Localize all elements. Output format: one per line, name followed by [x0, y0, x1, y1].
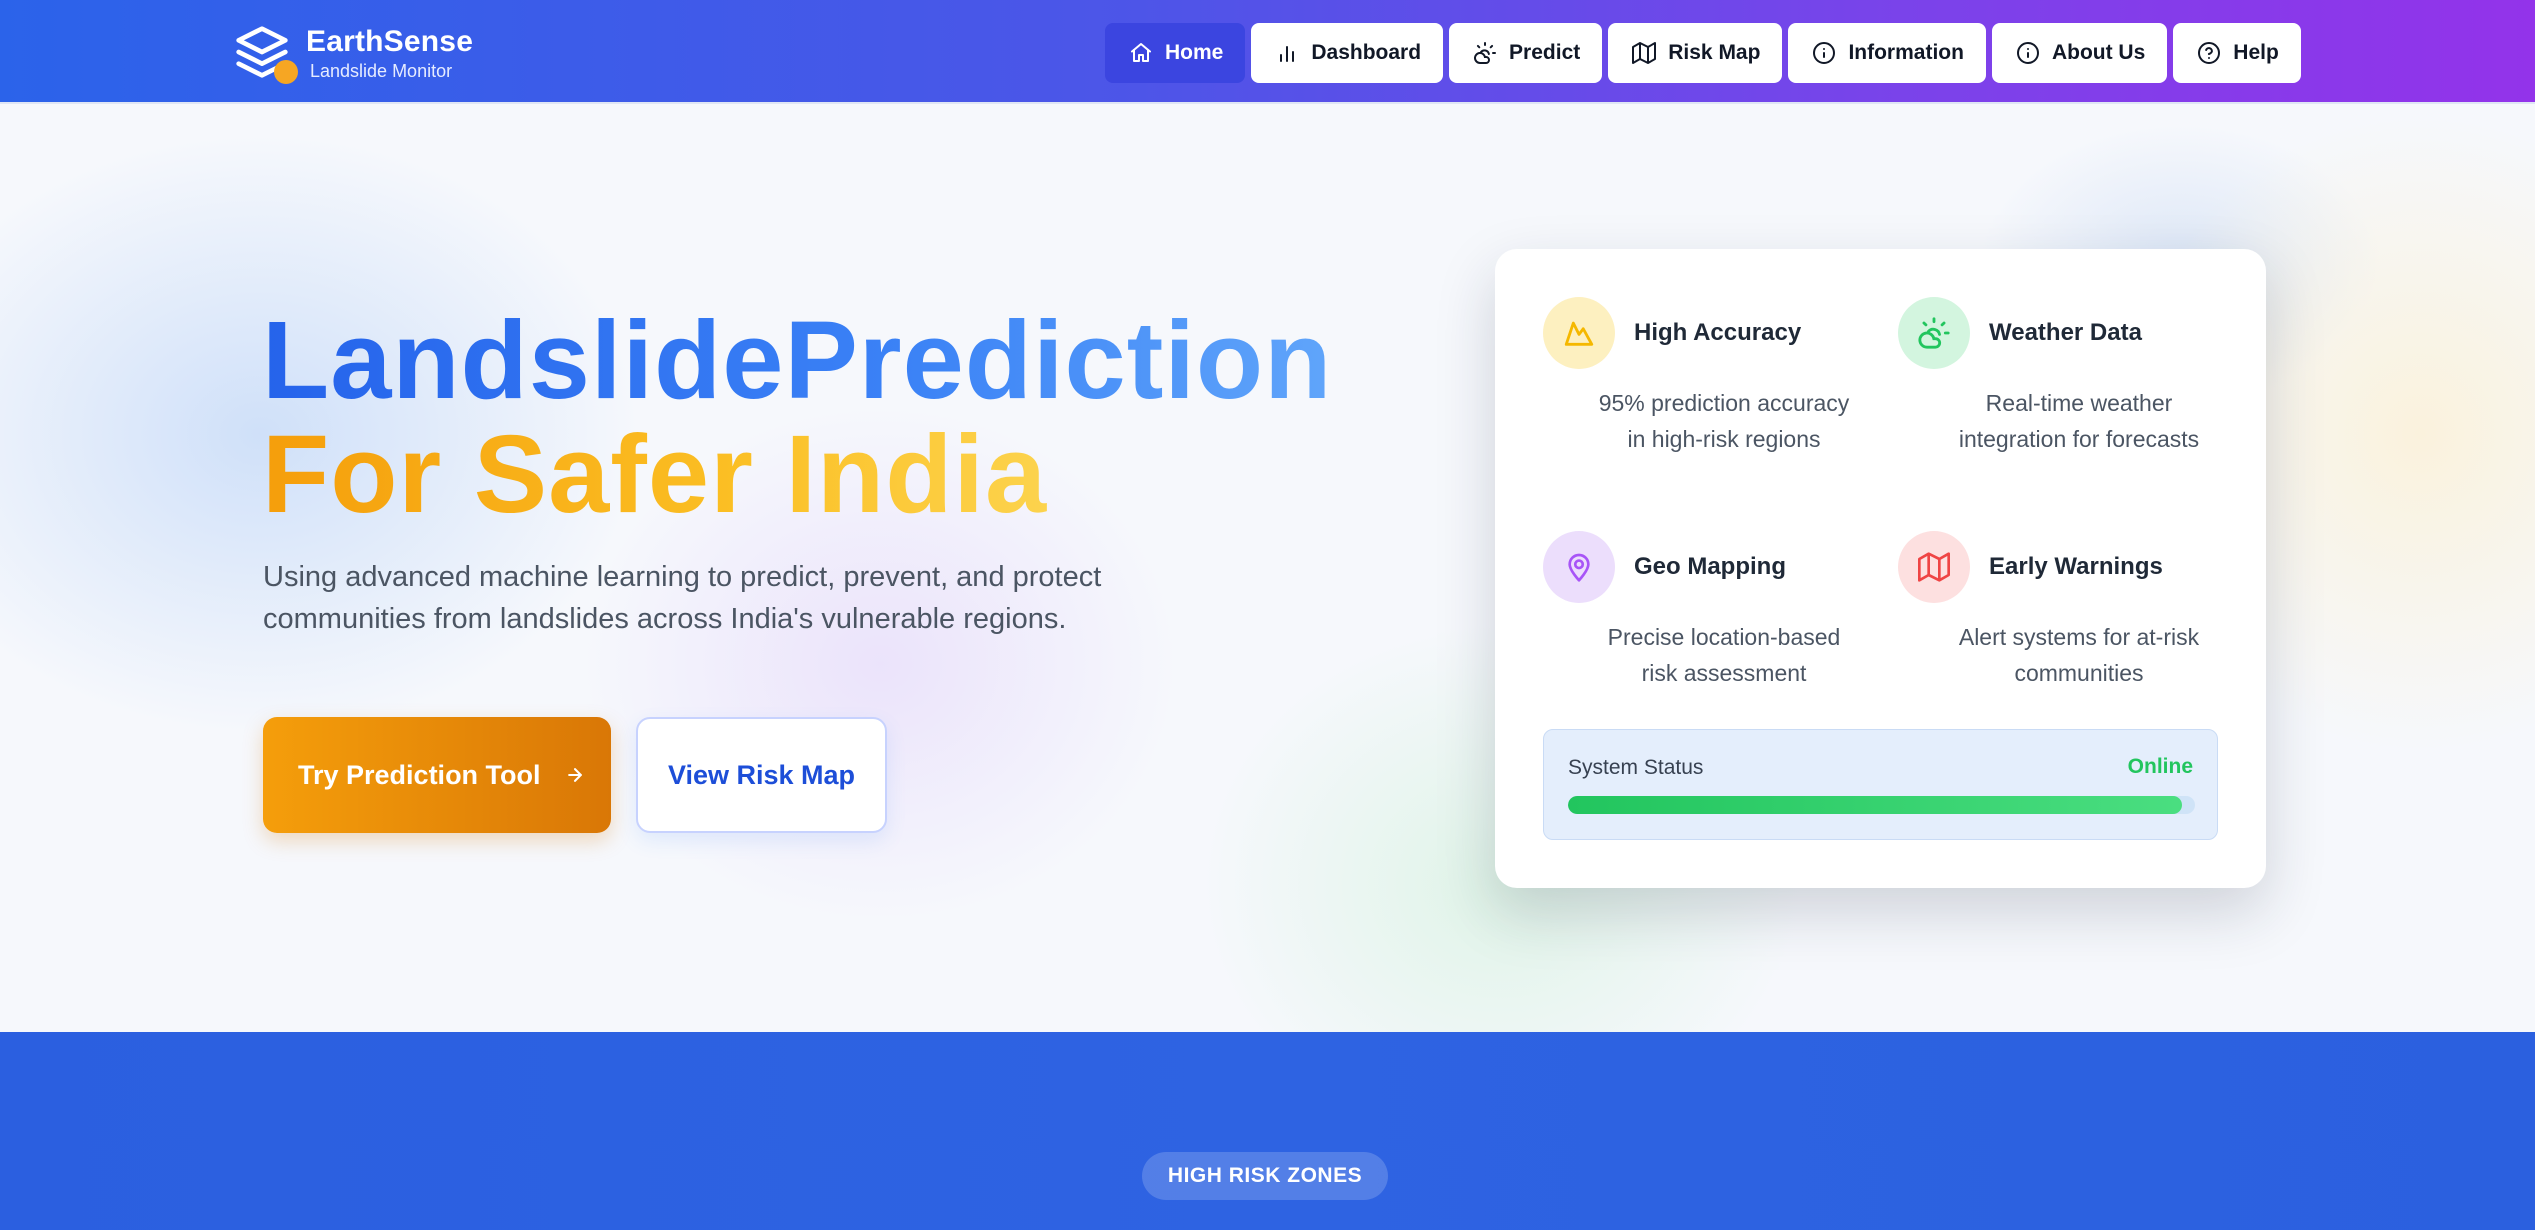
top-navbar: EarthSense Landslide Monitor Home Dashbo…	[0, 0, 2535, 104]
nav-item-information[interactable]: Information	[1788, 23, 1986, 83]
map-icon	[1898, 531, 1970, 603]
brand-tagline: Landslide Monitor	[310, 61, 453, 81]
nav-item-dashboard[interactable]: Dashboard	[1251, 23, 1444, 83]
brand-dot-icon	[274, 60, 298, 84]
nav-item-label: Information	[1848, 41, 1964, 64]
nav-item-help[interactable]: Help	[2173, 23, 2301, 83]
bar-chart-icon	[1275, 41, 1299, 65]
nav-item-about-us[interactable]: About Us	[1991, 23, 2168, 83]
info-icon	[2016, 41, 2040, 65]
hero-title-part2: Prediction	[784, 299, 1333, 422]
try-prediction-tool-label: Try Prediction Tool	[298, 759, 541, 790]
system-status-label: System Status	[1568, 756, 1704, 779]
system-status-bar-fill	[1568, 796, 2183, 814]
nav-item-predict[interactable]: Predict	[1449, 23, 1603, 83]
view-risk-map-label: View Risk Map	[667, 759, 856, 790]
help-circle-icon	[2197, 41, 2221, 65]
feature-high-accuracy: High Accuracy 95% prediction accuracy in…	[1543, 297, 1883, 457]
mountain-icon	[1543, 297, 1615, 369]
hero-title-part1: Landslide	[262, 299, 785, 422]
hero-title-line2: For Safer India	[262, 413, 1048, 536]
nav-item-label: Risk Map	[1668, 41, 1761, 64]
cloud-sun-icon	[1473, 41, 1497, 65]
feature-desc: Alert systems for at-risk communities	[1958, 624, 2200, 686]
feature-weather-data: Weather Data Real-time weather integrati…	[1898, 297, 2238, 457]
nav-item-label: About Us	[2051, 41, 2146, 64]
high-risk-zones-section: HIGH RISK ZONES	[0, 1032, 2535, 1230]
hero-title: LandslidePrediction For Safer India	[262, 304, 1362, 532]
nav-item-label: Help	[2233, 41, 2279, 64]
nav-item-risk-map[interactable]: Risk Map	[1608, 23, 1783, 83]
hero-title-line1: LandslidePrediction	[262, 304, 1332, 418]
hero-section: LandslidePrediction For Safer India Usin…	[0, 104, 2535, 1032]
feature-geo-mapping: Geo Mapping Precise location-based risk …	[1543, 531, 1883, 691]
feature-early-warnings: Early Warnings Alert systems for at-risk…	[1898, 531, 2238, 691]
nav-item-label: Home	[1165, 41, 1224, 64]
main-nav: Home Dashboard Predict Risk Map Informat…	[1105, 23, 2307, 83]
info-icon	[1812, 41, 1836, 65]
map-icon	[1632, 41, 1657, 65]
nav-item-home[interactable]: Home	[1105, 23, 1246, 83]
hero-subtitle: Using advanced machine learning to predi…	[263, 561, 1102, 635]
high-risk-zones-badge: HIGH RISK ZONES	[1142, 1152, 1388, 1200]
nav-item-label: Predict	[1509, 41, 1581, 64]
feature-desc: 95% prediction accuracy in high-risk reg…	[1598, 390, 1850, 452]
feature-desc: Precise location-based risk assessment	[1607, 624, 1841, 686]
brand-name: EarthSense	[306, 25, 474, 58]
feature-title: Early Warnings	[1989, 553, 2163, 580]
brand[interactable]: EarthSense Landslide Monitor	[228, 20, 473, 86]
brand-text: EarthSense Landslide Monitor	[306, 24, 473, 82]
features-card: High Accuracy 95% prediction accuracy in…	[1495, 249, 2266, 888]
layers-logo-icon	[228, 20, 302, 86]
map-pin-icon	[1543, 531, 1615, 603]
nav-item-label: Dashboard	[1311, 41, 1422, 64]
system-status-panel: System Status Online	[1543, 729, 2218, 840]
feature-title: Weather Data	[1989, 319, 2142, 346]
home-icon	[1129, 41, 1153, 65]
cloud-sun-icon	[1898, 297, 1970, 369]
feature-desc: Real-time weather integration for foreca…	[1958, 390, 2200, 452]
arrow-right-icon	[565, 765, 585, 785]
view-risk-map-button[interactable]: View Risk Map	[636, 717, 887, 833]
system-status-value: Online	[2127, 755, 2193, 778]
system-status-bar	[1568, 796, 2195, 814]
feature-title: High Accuracy	[1634, 319, 1802, 346]
try-prediction-tool-button[interactable]: Try Prediction Tool	[263, 717, 611, 833]
feature-title: Geo Mapping	[1634, 553, 1786, 580]
